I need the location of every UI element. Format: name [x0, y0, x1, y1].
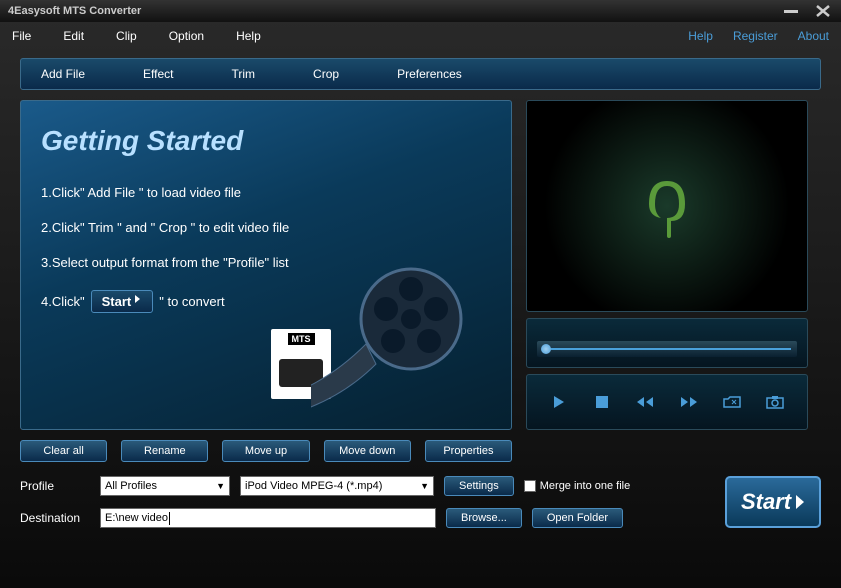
seek-area [526, 318, 808, 368]
browse-button[interactable]: Browse... [446, 508, 522, 528]
profile-category-select[interactable]: All Profiles▼ [100, 476, 230, 496]
merge-label: Merge into one file [540, 480, 631, 492]
profile-format-select[interactable]: iPod Video MPEG-4 (*.mp4)▼ [240, 476, 434, 496]
toolbar-trim[interactable]: Trim [232, 67, 256, 81]
close-button[interactable] [813, 5, 833, 17]
step-4-prefix: 4.Click" [41, 294, 85, 309]
rename-button[interactable]: Rename [121, 440, 208, 462]
seek-slider[interactable] [537, 341, 797, 357]
merge-checkbox[interactable]: Merge into one file [524, 480, 631, 492]
checkbox-icon [524, 480, 536, 492]
logo-icon [627, 166, 707, 246]
titlebar: 4Easysoft MTS Converter [0, 0, 841, 22]
menu-option[interactable]: Option [169, 29, 204, 43]
menu-file[interactable]: File [12, 29, 31, 43]
settings-button[interactable]: Settings [444, 476, 514, 496]
menu-clip[interactable]: Clip [116, 29, 137, 43]
snapshot-button[interactable] [763, 390, 787, 414]
start-button[interactable]: Start [725, 476, 821, 528]
link-about[interactable]: About [798, 29, 829, 43]
app-title: 4Easysoft MTS Converter [8, 5, 141, 17]
toolbar: Add File Effect Trim Crop Preferences [20, 58, 821, 90]
menubar: File Edit Clip Option Help Help Register… [0, 22, 841, 50]
destination-label: Destination [20, 511, 90, 525]
step-4-suffix: " to convert [159, 294, 224, 309]
toolbar-crop[interactable]: Crop [313, 67, 339, 81]
toolbar-effect[interactable]: Effect [143, 67, 173, 81]
inline-start-button: Start [91, 290, 154, 313]
playback-controls [526, 374, 808, 430]
step-2: 2.Click" Trim " and " Crop " to edit vid… [41, 220, 491, 235]
minimize-button[interactable] [781, 5, 801, 17]
clear-all-button[interactable]: Clear all [20, 440, 107, 462]
next-button[interactable] [677, 390, 701, 414]
toolbar-add-file[interactable]: Add File [41, 67, 85, 81]
chevron-down-icon: ▼ [420, 481, 429, 491]
seek-thumb[interactable] [541, 344, 551, 354]
open-folder-button[interactable]: Open Folder [532, 508, 623, 528]
getting-started-panel: Getting Started 1.Click" Add File " to l… [20, 100, 512, 430]
step-1: 1.Click" Add File " to load video file [41, 185, 491, 200]
move-up-button[interactable]: Move up [222, 440, 309, 462]
menu-help[interactable]: Help [236, 29, 261, 43]
open-button[interactable] [720, 390, 744, 414]
video-preview [526, 100, 808, 312]
profile-label: Profile [20, 479, 90, 493]
stop-button[interactable] [590, 390, 614, 414]
prev-button[interactable] [633, 390, 657, 414]
chevron-down-icon: ▼ [216, 481, 225, 491]
film-reel-icon [311, 259, 471, 419]
destination-input[interactable]: E:\new video [100, 508, 436, 528]
link-help[interactable]: Help [688, 29, 713, 43]
properties-button[interactable]: Properties [425, 440, 512, 462]
menu-edit[interactable]: Edit [63, 29, 84, 43]
link-register[interactable]: Register [733, 29, 778, 43]
getting-started-title: Getting Started [41, 125, 491, 157]
toolbar-preferences[interactable]: Preferences [397, 67, 462, 81]
move-down-button[interactable]: Move down [324, 440, 411, 462]
play-button[interactable] [547, 390, 571, 414]
